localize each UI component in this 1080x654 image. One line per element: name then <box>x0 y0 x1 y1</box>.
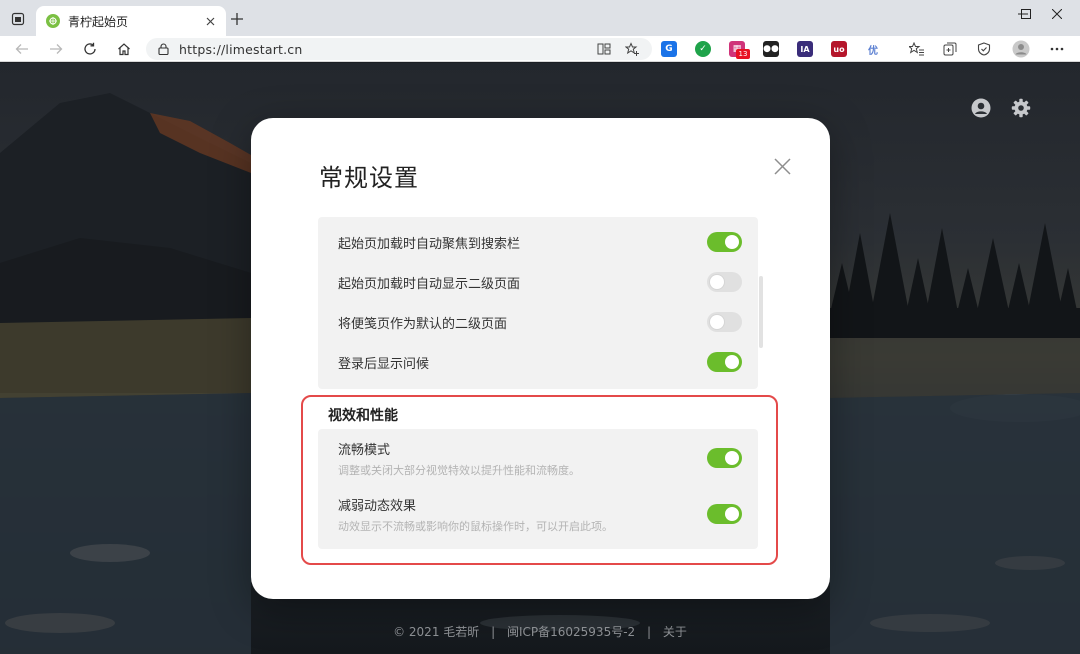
icp-link[interactable]: 闽ICP备16025935号-2 <box>507 625 635 639</box>
setting-row-autofocus-search: 起始页加载时自动聚焦到搜索栏 <box>338 222 742 262</box>
copyright-text: © 2021 毛若昕 <box>393 625 480 639</box>
setting-label: 将便笺页作为默认的二级页面 <box>338 316 508 332</box>
add-favorite-icon[interactable] <box>622 39 642 59</box>
green-check-ext-icon[interactable]: ✓ <box>695 41 711 57</box>
extension-badge: 13 <box>736 49 750 59</box>
ia-ext-icon[interactable]: IA <box>797 41 813 57</box>
settings-gear-icon[interactable] <box>1010 97 1032 119</box>
dialog-title: 常规设置 <box>319 164 419 192</box>
dialog-scrollbar[interactable] <box>759 276 763 348</box>
lock-icon <box>158 40 169 59</box>
dialog-close-icon[interactable] <box>771 155 793 177</box>
address-bar[interactable]: https://limestart.cn <box>146 38 652 60</box>
dark-ext-icon[interactable]: ●● <box>763 41 779 57</box>
setting-label: 起始页加载时自动聚焦到搜索栏 <box>338 236 521 252</box>
you-ext-icon[interactable]: 优 <box>865 41 881 57</box>
tab-actions-icon[interactable] <box>8 9 28 29</box>
start-page: 常规设置 起始页加载时自动聚焦到搜索栏 起始页加载时自动显示二级页面 将便笺页作… <box>0 63 1080 654</box>
setting-row-notes-default-page: 将便笺页作为默认的二级页面 <box>338 302 742 342</box>
active-tab[interactable]: 青柠起始页 <box>36 6 226 36</box>
ublock-ext-icon[interactable]: uo <box>831 41 847 57</box>
setting-row-show-greeting: 登录后显示问候 <box>338 342 742 382</box>
general-settings-group: 起始页加载时自动聚焦到搜索栏 起始页加载时自动显示二级页面 将便笺页作为默认的二… <box>318 217 758 389</box>
toggle-show-greeting[interactable] <box>707 352 742 372</box>
footer-separator: | <box>647 625 652 639</box>
highlight-annotation <box>301 395 778 565</box>
toggle-notes-default-page[interactable] <box>707 312 742 332</box>
refresh-icon[interactable] <box>80 39 100 59</box>
tab-title: 青柠起始页 <box>68 14 129 29</box>
page-footer: © 2021 毛若昕 | 闽ICP备16025935号-2 | 关于 <box>0 623 1080 640</box>
url-text: https://limestart.cn <box>179 41 303 57</box>
tab-close-icon[interactable] <box>202 13 218 29</box>
about-link[interactable]: 关于 <box>663 625 687 639</box>
forward-icon[interactable] <box>46 39 66 59</box>
reader-view-icon[interactable] <box>594 39 614 59</box>
profile-avatar-icon[interactable] <box>1011 39 1031 59</box>
toggle-autofocus-search[interactable] <box>707 232 742 252</box>
window-close-icon[interactable] <box>1034 0 1080 28</box>
setting-label: 登录后显示问候 <box>338 356 430 372</box>
account-icon[interactable] <box>970 97 992 119</box>
new-tab-icon[interactable] <box>228 10 246 28</box>
toggle-show-secondary-page[interactable] <box>707 272 742 292</box>
more-menu-icon[interactable] <box>1047 39 1067 59</box>
tab-bar: 青柠起始页 <box>0 0 1080 36</box>
setting-label: 起始页加载时自动显示二级页面 <box>338 276 521 292</box>
setting-row-show-secondary-page: 起始页加载时自动显示二级页面 <box>338 262 742 302</box>
footer-separator: | <box>491 625 496 639</box>
chrome-ext-icon[interactable]: G <box>661 41 677 57</box>
back-icon[interactable] <box>12 39 32 59</box>
favorites-icon[interactable] <box>906 39 926 59</box>
browser-essentials-icon[interactable] <box>974 39 994 59</box>
browser-toolbar: https://limestart.cn G ✓ ▦ 13 ●● IA uo 优 <box>0 36 1080 62</box>
collections-icon[interactable] <box>940 39 960 59</box>
home-icon[interactable] <box>114 39 134 59</box>
limestart-favicon-icon <box>46 14 60 28</box>
